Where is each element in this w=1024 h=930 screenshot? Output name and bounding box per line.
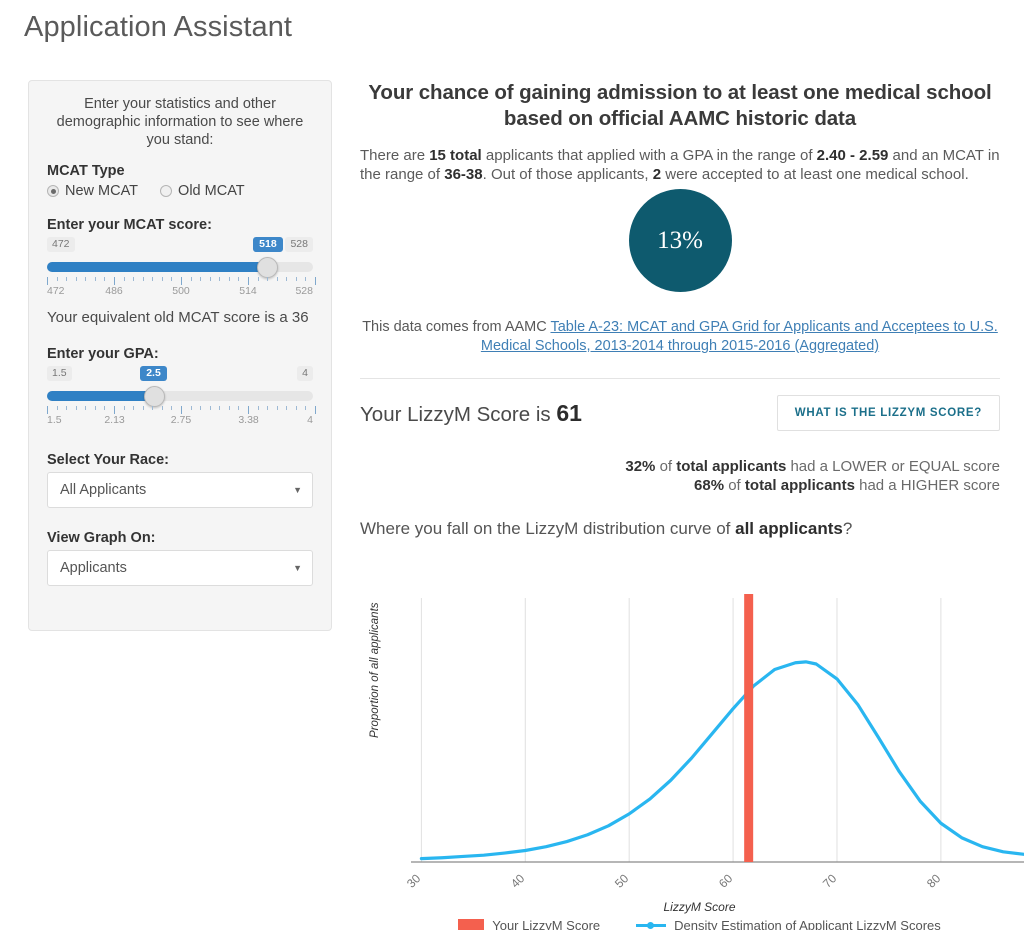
legend-item-your-score: Your LizzyM Score	[458, 918, 600, 930]
gpa-slider-block: Enter your GPA: 1.5 2.5 4 1.5 2.13 2.75 3.3…	[47, 346, 316, 428]
radio-option-new-mcat[interactable]: New MCAT	[47, 183, 138, 199]
mcat-score-slider-block: Enter your MCAT score: 472 518 528 472 48…	[47, 217, 316, 299]
race-select-value: All Applicants	[60, 482, 147, 498]
distribution-question-suffix: ?	[842, 519, 853, 538]
summary-total-applicants: 15 total	[429, 147, 482, 164]
gpa-slider-track-wrap[interactable]	[47, 386, 313, 407]
percentile-higher-a: of	[724, 477, 745, 494]
radio-label-new-mcat: New MCAT	[65, 183, 139, 199]
mcat-slider-captions: 472 518 528	[47, 237, 313, 254]
radio-icon-old-mcat[interactable]	[160, 185, 173, 197]
gpa-slider-ticks	[47, 406, 316, 414]
percentile-lower-line: 32% of total applicants had a LOWER or E…	[360, 457, 1000, 476]
gpa-slider-captions: 1.5 2.5 4	[47, 366, 313, 383]
chance-circle-wrap: 13%	[360, 189, 1000, 292]
page-title: Application Assistant	[24, 11, 293, 43]
lizzym-score-prefix: Your LizzyM Score is	[360, 402, 557, 426]
percentile-lower-a: of	[655, 458, 677, 475]
gpa-label: Enter your GPA:	[47, 346, 159, 362]
chevron-down-icon[interactable]: ▼	[293, 485, 302, 495]
old-mcat-equivalent-note: Your equivalent old MCAT score is a 36	[47, 309, 309, 326]
summary-part5: were accepted to at least one medical sc…	[661, 166, 969, 183]
aamc-table-link[interactable]: Table A-23: MCAT and GPA Grid for Applic…	[481, 319, 998, 354]
summary-part1: There are	[360, 147, 430, 164]
legend-swatch-line-icon	[636, 922, 667, 929]
lizzym-distribution-chart: Proportion of all applicants 30 40 50 60 70 8…	[369, 590, 1024, 930]
distribution-question-prefix: Where you fall on the LizzyM distributio…	[360, 519, 736, 538]
race-select[interactable]: All Applicants ▼	[47, 472, 313, 508]
mcat-type-label: MCAT Type	[47, 163, 125, 179]
chevron-down-icon[interactable]: ▼	[293, 563, 302, 573]
section-divider	[360, 378, 1000, 379]
percentile-lower-pct: 32%	[625, 458, 656, 475]
what-is-lizzym-score-button[interactable]: WHAT IS THE LIZZYM SCORE?	[776, 395, 1000, 431]
application-assistant-page: Application Assistant Enter your statist…	[0, 0, 1024, 930]
distribution-question: Where you fall on the LizzyM distributio…	[360, 519, 1000, 539]
percentile-lower-bold: total applicants	[676, 458, 787, 475]
mcat-slider-ticks	[47, 277, 316, 285]
percentile-higher-b: had a HIGHER score	[854, 477, 1000, 494]
percentile-lines: 32% of total applicants had a LOWER or E…	[360, 457, 1000, 495]
summary-part2: applicants that applied with a GPA in th…	[481, 147, 817, 164]
chart-legend: Your LizzyM Score Density Estimation of …	[375, 918, 1024, 930]
radio-label-old-mcat: Old MCAT	[178, 183, 245, 199]
mcat-slider-handle[interactable]	[257, 257, 279, 278]
chart-plot-area	[411, 594, 1024, 863]
percentile-higher-bold: total applicants	[744, 477, 855, 494]
stats-input-panel: Enter your statistics and other demograp…	[28, 80, 332, 631]
lizzym-score-value: 61	[556, 399, 582, 426]
results-heading: Your chance of gaining admission to at l…	[368, 81, 992, 130]
race-select-label: Select Your Race:	[47, 452, 169, 468]
summary-mcat-range: 36-38	[444, 166, 483, 183]
view-graph-on-value: Applicants	[60, 560, 127, 576]
legend-swatch-bar-icon	[458, 919, 485, 930]
view-graph-on-label: View Graph On:	[47, 530, 156, 546]
radio-option-old-mcat[interactable]: Old MCAT	[160, 183, 245, 199]
gpa-slider-tick-labels: 1.5 2.13 2.75 3.38 4	[47, 414, 313, 426]
mcat-slider-fill	[47, 262, 268, 272]
gpa-max-cap: 4	[297, 366, 313, 381]
results-panel: Your chance of gaining admission to at l…	[360, 80, 1000, 539]
summary-part4: . Out of those applicants,	[482, 166, 653, 183]
mcat-min-cap: 472	[47, 237, 75, 252]
legend-item-density: Density Estimation of Applicant LizzyM S…	[636, 918, 941, 930]
view-graph-on-select[interactable]: Applicants ▼	[47, 550, 313, 586]
summary-gpa-range: 2.40 - 2.59	[816, 147, 889, 164]
distribution-question-bold: all applicants	[735, 519, 843, 538]
percentile-higher-pct: 68%	[694, 477, 725, 494]
mcat-type-radio-group: New MCAT Old MCAT	[47, 183, 313, 199]
gpa-current-value-bubble: 2.5	[140, 366, 167, 381]
lizzym-score-row: Your LizzyM Score is 61 WHAT IS THE LIZZ…	[360, 395, 1000, 431]
admission-chance-circle: 13%	[628, 189, 732, 292]
mcat-score-label: Enter your MCAT score:	[47, 217, 212, 233]
summary-accepted-count: 2	[652, 166, 662, 183]
legend-label-your-score: Your LizzyM Score	[492, 918, 601, 930]
gpa-slider-handle[interactable]	[144, 386, 166, 407]
mcat-slider-tick-labels: 472 486 500 514 528	[47, 285, 313, 297]
mcat-current-value-bubble: 518	[253, 237, 283, 252]
data-source-note: This data comes from AAMC Table A-23: MC…	[360, 318, 1000, 356]
chart-x-axis-title: LizzyM Score	[663, 900, 736, 914]
gpa-slider-fill	[47, 391, 155, 401]
lizzym-score-text: Your LizzyM Score is 61	[360, 400, 582, 427]
radio-icon-new-mcat[interactable]	[47, 185, 59, 197]
percentile-lower-b: had a LOWER or EQUAL score	[786, 458, 1000, 475]
results-summary: There are 15 total applicants that appli…	[360, 146, 1000, 184]
source-prefix: This data comes from AAMC	[362, 319, 551, 335]
percentile-higher-line: 68% of total applicants had a HIGHER sco…	[360, 476, 1000, 495]
mcat-max-cap: 528	[285, 237, 313, 252]
gpa-min-cap: 1.5	[47, 366, 72, 381]
legend-label-density: Density Estimation of Applicant LizzyM S…	[674, 918, 941, 930]
panel-intro-text: Enter your statistics and other demograp…	[56, 96, 304, 148]
mcat-slider-track-wrap[interactable]	[47, 257, 313, 278]
